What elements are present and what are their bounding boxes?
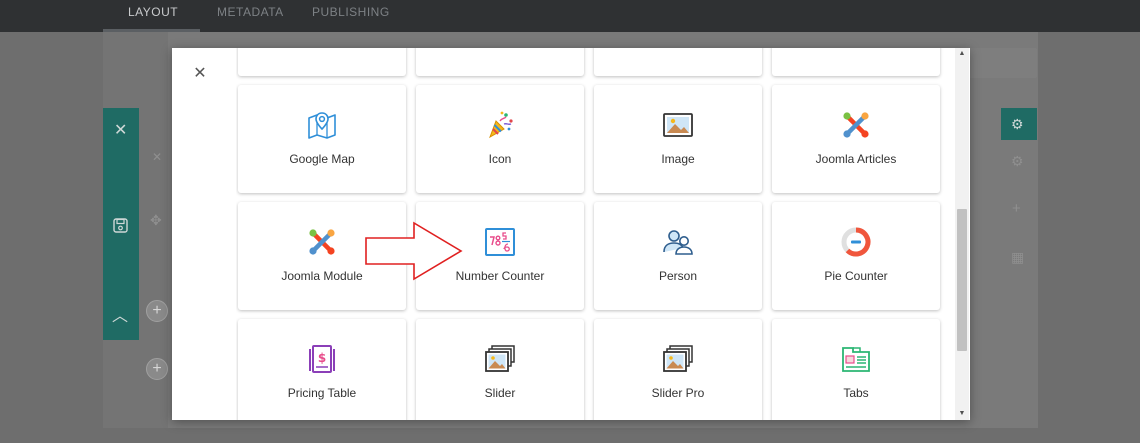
addon-label: Tabs [843, 386, 869, 400]
slider-pro-icon [662, 343, 694, 375]
addon-card-slider[interactable]: Slider [416, 319, 584, 420]
addon-picker-modal: ✕ Google Map Icon Image Joomla Articles … [172, 48, 970, 420]
add-row-button: + [146, 358, 168, 380]
gear-icon: ⚙ [1011, 116, 1024, 132]
slider-icon [484, 343, 516, 375]
number-counter-icon [484, 226, 516, 258]
addon-card[interactable] [772, 48, 940, 76]
person-icon [662, 226, 694, 258]
chevron-up-icon: ︿ [112, 308, 129, 325]
addon-card-person[interactable]: Person [594, 202, 762, 310]
svg-text:$: $ [318, 351, 326, 365]
pricing-table-icon: $ [306, 343, 338, 375]
addon-label: Pie Counter [824, 269, 888, 283]
addon-grid: Google Map Icon Image Joomla Articles Jo… [236, 48, 946, 420]
addon-label: Google Map [289, 152, 355, 166]
background-side-toolbar: ✕ ︿ [103, 108, 139, 340]
plus-icon: + [1012, 200, 1021, 217]
pie-counter-icon [840, 226, 872, 258]
addon-card[interactable] [238, 48, 406, 76]
joomla-icon [840, 109, 872, 141]
image-icon [662, 109, 694, 141]
addon-card-pie-counter[interactable]: Pie Counter [772, 202, 940, 310]
scroll-up-arrow-icon[interactable]: ▲ [955, 48, 969, 60]
addon-card[interactable] [416, 48, 584, 76]
party-popper-icon [484, 109, 516, 141]
addon-card-tabs[interactable]: Tabs [772, 319, 940, 420]
addon-label: Pricing Table [287, 386, 357, 400]
grid-icon: ▦ [1011, 249, 1025, 265]
addon-card-pricing-table[interactable]: $ Pricing Table [238, 319, 406, 420]
addon-label: Joomla Articles [815, 152, 897, 166]
close-icon: ✕ [152, 150, 163, 164]
tab-publishing[interactable]: PUBLISHING [312, 5, 390, 19]
save-icon [113, 218, 128, 235]
annotation-arrow-icon [365, 221, 463, 281]
addon-label: Slider [484, 386, 516, 400]
tab-layout[interactable]: LAYOUT [128, 5, 178, 19]
addon-label: Icon [488, 152, 512, 166]
move-icon: ✥ [150, 212, 162, 228]
addon-card-image[interactable]: Image [594, 85, 762, 193]
joomla-icon [306, 226, 338, 258]
map-pin-icon [306, 109, 338, 141]
addon-card-icon[interactable]: Icon [416, 85, 584, 193]
addon-card[interactable] [594, 48, 762, 76]
addon-card-slider-pro[interactable]: Slider Pro [594, 319, 762, 420]
tab-metadata[interactable]: METADATA [217, 5, 284, 19]
scroll-down-arrow-icon[interactable]: ▼ [955, 408, 969, 420]
tabs-icon [840, 343, 872, 375]
addon-label: Image [661, 152, 695, 166]
addon-card-google-map[interactable]: Google Map [238, 85, 406, 193]
addon-label: Person [658, 269, 698, 283]
gear-icon: ⚙ [1011, 153, 1024, 169]
modal-scrollbar[interactable]: ▲ ▼ [955, 48, 969, 420]
top-bar: LAYOUT METADATA PUBLISHING [0, 0, 1140, 32]
close-modal-button[interactable]: ✕ [190, 64, 210, 84]
add-row-button: + [146, 300, 168, 322]
background-toolbar-pill [960, 48, 1037, 78]
close-icon: ✕ [114, 122, 128, 139]
addon-card-joomla-articles[interactable]: Joomla Articles [772, 85, 940, 193]
background-settings-toolbar: ⚙ [1001, 108, 1037, 140]
addon-label: Slider Pro [651, 386, 705, 400]
scrollbar-thumb[interactable] [957, 209, 967, 351]
